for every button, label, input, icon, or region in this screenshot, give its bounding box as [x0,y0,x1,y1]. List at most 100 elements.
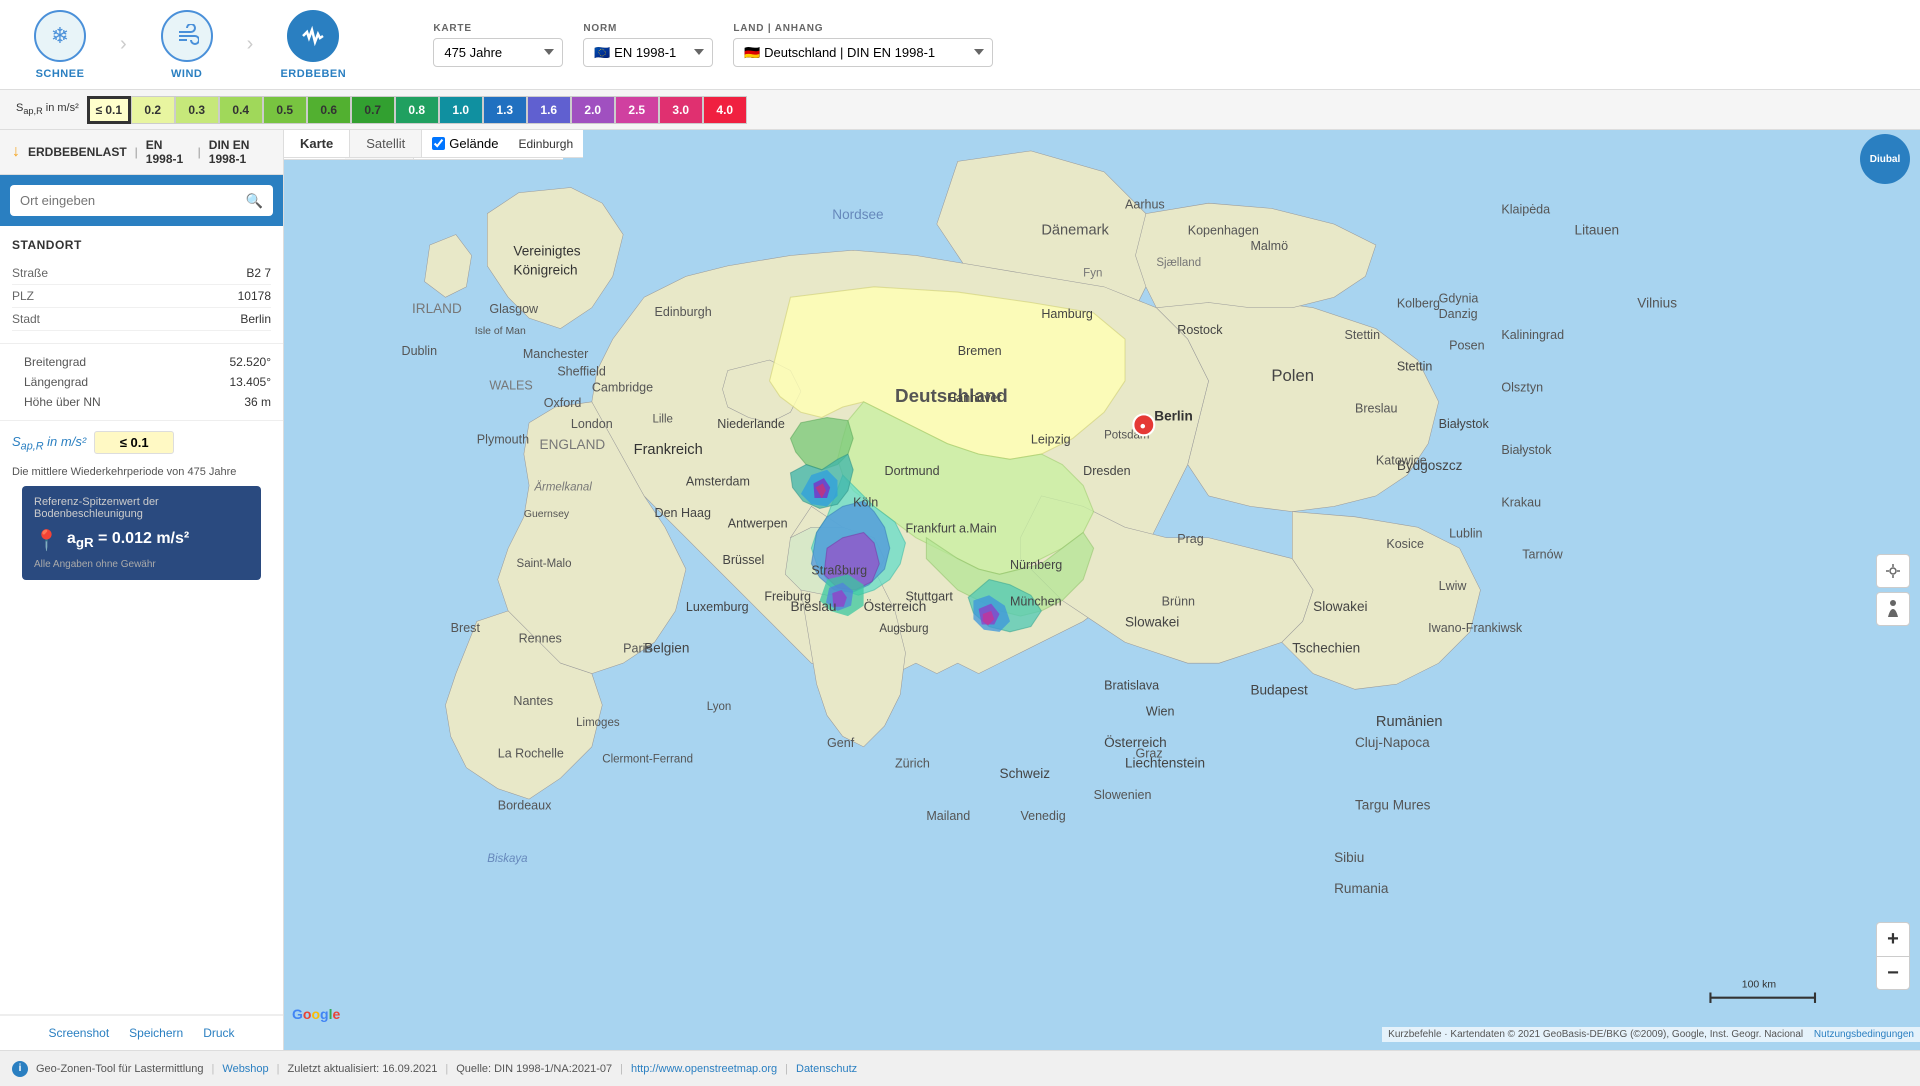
svg-text:Bratislava: Bratislava [1104,678,1159,692]
nav-item-erdbeben[interactable]: ERDBEBEN [273,10,353,80]
svg-text:Danzig: Danzig [1439,307,1478,321]
legend-item-6[interactable]: 0.7 [351,96,395,124]
svg-text:Frankfurt a.Main: Frankfurt a.Main [905,522,996,536]
svg-text:Breslau: Breslau [1355,401,1398,415]
legend-item-1[interactable]: 0.2 [131,96,175,124]
separator-2: | [198,145,201,159]
reference-box: Referenz-Spitzenwert der Bodenbeschleuni… [22,486,261,580]
svg-text:Tschechien: Tschechien [1292,641,1360,656]
svg-text:Königreich: Königreich [513,262,577,277]
svg-text:Targu Mures: Targu Mures [1355,798,1431,813]
svg-text:Rostock: Rostock [1177,323,1223,337]
zoom-out-button[interactable]: − [1876,956,1910,990]
footer-sep2: | [277,1063,280,1075]
legend-item-4[interactable]: 0.5 [263,96,307,124]
legend-item-3[interactable]: 0.4 [219,96,263,124]
footer-webshop[interactable]: Webshop [222,1063,268,1075]
snow-icon: ❄ [34,10,86,62]
breitengrad-value: 52.520° [229,355,271,369]
result-formula: Sap,R in m/s² [12,434,86,453]
svg-text:Berlin: Berlin [1154,409,1192,424]
footer-openstreetmap[interactable]: http://www.openstreetmap.org [631,1063,777,1075]
svg-text:Luxemburg: Luxemburg [686,600,749,614]
svg-text:Saint-Malo: Saint-Malo [517,558,572,570]
svg-text:Stettin: Stettin [1397,359,1433,373]
legend-item-14[interactable]: 4.0 [703,96,747,124]
legend-item-11[interactable]: 2.0 [571,96,615,124]
strasse-label: Straße [12,266,48,280]
svg-text:Leipzig: Leipzig [1031,433,1071,447]
zoom-in-button[interactable]: + [1876,922,1910,956]
tab-karte-btn[interactable]: Karte [284,130,350,157]
gelande-check[interactable] [432,137,445,150]
nav-item-wind[interactable]: WIND [147,10,227,80]
legend-item-2[interactable]: 0.3 [175,96,219,124]
svg-text:Edinburgh: Edinburgh [655,305,712,319]
svg-text:Lille: Lille [652,414,672,426]
gelande-text: Gelände [449,136,498,151]
svg-text:Fyn: Fyn [1083,267,1102,279]
svg-text:Rennes: Rennes [519,631,562,645]
druck-button[interactable]: Druck [203,1026,234,1040]
svg-text:Glasgow: Glasgow [489,302,539,316]
edinburgh-label: Edinburgh [508,131,583,157]
svg-text:Kopenhagen: Kopenhagen [1188,224,1259,238]
legend-item-7[interactable]: 0.8 [395,96,439,124]
gelande-toggle[interactable]: Gelände [422,130,508,157]
svg-text:Straßburg: Straßburg [811,563,867,577]
legend-item-0[interactable]: ≤ 0.1 [87,96,131,124]
svg-text:Brest: Brest [451,621,481,635]
land-select[interactable]: 🇩🇪 Deutschland | DIN EN 1998-1 [733,38,993,67]
legend-item-12[interactable]: 2.5 [615,96,659,124]
tab-satellit-btn[interactable]: Satellit [350,130,422,157]
erdbeben-anhang: DIN EN 1998-1 [209,138,271,166]
svg-text:Litauen: Litauen [1575,223,1620,238]
svg-text:Prag: Prag [1177,532,1204,546]
breitengrad-label: Breitengrad [12,355,86,369]
svg-text:Hamburg: Hamburg [1041,307,1093,321]
attribution-text: Kurzbefehle · Kartendaten © 2021 GeoBasi… [1388,1029,1803,1040]
karte-label: KARTE [433,23,563,34]
svg-text:La Rochelle: La Rochelle [498,746,564,760]
legend-item-10[interactable]: 1.6 [527,96,571,124]
search-input[interactable] [10,185,273,216]
legend-item-9[interactable]: 1.3 [483,96,527,124]
svg-text:Limoges: Limoges [576,717,620,729]
legend-item-5[interactable]: 0.6 [307,96,351,124]
nav-label-wind: WIND [171,68,202,80]
svg-text:Nantes: Nantes [513,694,553,708]
svg-text:Antwerpen: Antwerpen [728,516,788,530]
person-button[interactable] [1876,592,1910,626]
footer-text1: Geo-Zonen-Tool für Lastermittlung [36,1063,204,1075]
svg-text:●: ● [1140,421,1146,432]
svg-text:Venedig: Venedig [1020,809,1065,823]
location-button[interactable] [1876,554,1910,588]
nav-item-schnee[interactable]: ❄ SCHNEE [20,10,100,80]
standort-section: STANDORT Straße B2 7 PLZ 10178 Stadt Ber… [0,226,283,344]
diubal-badge[interactable]: Diubal [1860,134,1910,184]
svg-text:Lwiw: Lwiw [1439,579,1468,593]
svg-text:Dänemark: Dänemark [1041,223,1109,239]
svg-text:Slowenien: Slowenien [1094,788,1152,802]
coord-row-laengengrad: Längengrad 13.405° [12,372,271,392]
footer-quelle: Quelle: DIN 1998-1/NA:2021-07 [456,1063,612,1075]
svg-text:Katowice: Katowice [1376,454,1427,468]
screenshot-button[interactable]: Screenshot [48,1026,109,1040]
map-container[interactable]: Karte Satellit Gelände Edinburgh [284,130,1920,1050]
svg-text:100 km: 100 km [1742,979,1776,990]
svg-text:Hannover: Hannover [947,391,1001,405]
svg-text:Slowakei: Slowakei [1313,599,1367,614]
norm-select[interactable]: 🇪🇺 EN 1998-1 [583,38,713,67]
footer-datenschutz[interactable]: Datenschutz [796,1063,857,1075]
legend-item-13[interactable]: 3.0 [659,96,703,124]
speichern-button[interactable]: Speichern [129,1026,183,1040]
result-section: Sap,R in m/s² ≤ 0.1 Die mittlere Wiederk… [0,421,283,1015]
top-navigation: ❄ SCHNEE › WIND › ERDBEBEN KARTE 475 Jah… [0,0,1920,90]
legend-item-8[interactable]: 1.0 [439,96,483,124]
svg-text:Slowakei: Slowakei [1125,615,1179,630]
svg-text:Krakau: Krakau [1501,495,1541,509]
hoehe-value: 36 m [244,395,271,409]
karte-select[interactable]: 475 Jahre 1000 Jahre 2475 Jahre [433,38,563,67]
norm-control: NORM 🇪🇺 EN 1998-1 [583,23,713,67]
nutzungsbedingungen[interactable]: Nutzungsbedingungen [1814,1029,1914,1040]
